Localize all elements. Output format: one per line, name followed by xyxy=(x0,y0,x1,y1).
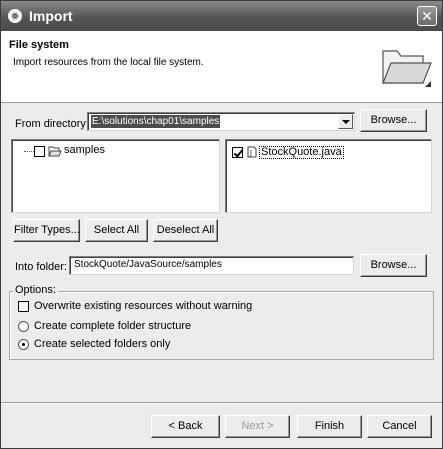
overwrite-checkbox[interactable] xyxy=(18,301,29,312)
selected-folders-label[interactable]: Create selected folders only xyxy=(34,338,170,350)
page-title: File system xyxy=(9,39,69,51)
overwrite-label[interactable]: Overwrite existing resources without war… xyxy=(34,300,252,312)
from-directory-combo[interactable]: E:\solutions\chap01\samples xyxy=(87,112,355,131)
title-bar[interactable]: Import ✕ xyxy=(1,1,442,31)
close-icon[interactable]: ✕ xyxy=(417,6,437,26)
finish-button[interactable]: Finish xyxy=(297,415,362,438)
samples-checkbox[interactable] xyxy=(34,146,45,157)
import-dialog: Import ✕ File system Import resources fr… xyxy=(0,0,443,449)
complete-structure-radio[interactable] xyxy=(18,321,29,332)
folder-open-icon xyxy=(382,50,432,87)
folder-tree[interactable]: samples xyxy=(11,139,220,213)
options-title: Options: xyxy=(13,284,58,296)
java-file-icon: J xyxy=(247,146,257,158)
from-directory-label: From directory: xyxy=(15,118,89,130)
from-directory-browse-button[interactable]: Browse... xyxy=(360,109,427,132)
select-all-button[interactable]: Select All xyxy=(85,219,148,242)
deselect-all-button[interactable]: Deselect All xyxy=(153,219,218,242)
eclipse-icon xyxy=(8,9,22,23)
into-folder-browse-button[interactable]: Browse... xyxy=(360,254,427,277)
stockquote-checkbox[interactable] xyxy=(232,147,243,158)
tree-connector xyxy=(24,151,34,152)
svg-text:J: J xyxy=(249,149,252,157)
list-item-stockquote[interactable]: StockQuote.java xyxy=(259,146,344,159)
wizard-header: File system Import resources from the lo… xyxy=(1,31,442,103)
chevron-down-icon[interactable] xyxy=(338,114,353,129)
cancel-button[interactable]: Cancel xyxy=(367,415,432,438)
footer-separator xyxy=(1,402,442,404)
into-folder-label: Into folder: xyxy=(15,261,67,273)
file-list[interactable]: J StockQuote.java xyxy=(225,139,432,213)
page-description: Import resources from the local file sys… xyxy=(13,57,204,68)
folder-open-icon xyxy=(48,146,62,157)
window-title: Import xyxy=(29,8,73,24)
tree-item-samples[interactable]: samples xyxy=(64,144,105,156)
selected-folders-radio[interactable] xyxy=(18,339,29,350)
into-folder-input[interactable]: StockQuote/JavaSource/samples xyxy=(69,256,354,275)
filter-types-button[interactable]: Filter Types... xyxy=(13,219,80,242)
back-button[interactable]: < Back xyxy=(151,415,220,438)
next-button[interactable]: Next > xyxy=(225,415,290,438)
from-directory-value[interactable]: E:\solutions\chap01\samples xyxy=(91,115,221,128)
complete-structure-label[interactable]: Create complete folder structure xyxy=(34,320,191,332)
